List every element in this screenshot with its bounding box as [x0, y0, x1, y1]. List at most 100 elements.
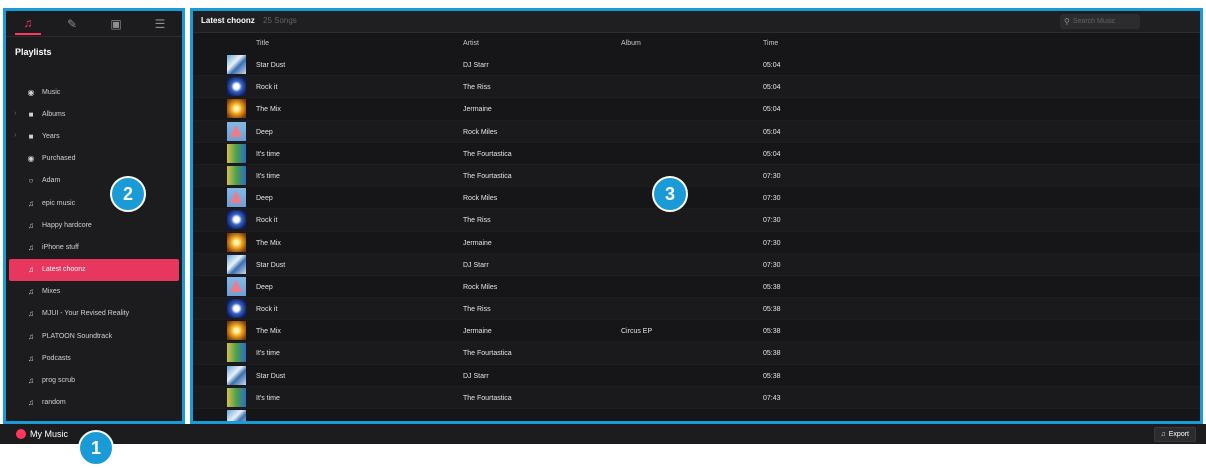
sidebar-item-podcasts[interactable]: ♫ Podcasts: [6, 347, 182, 369]
sidebar-tabs: ♫ ✎ ▣ ☰: [6, 11, 182, 37]
playlist-list: ◉ Music › ■ Albums › ■ Years ◉ Purchased ○ Adam ♫ epi…: [6, 81, 182, 414]
album-art: [227, 99, 246, 119]
chevron-right-icon[interactable]: ›: [14, 132, 16, 139]
table-row[interactable]: It's time The Fourtastica 07:43: [193, 386, 1200, 409]
sidebar-item-mjui-your-revised-reality[interactable]: ♫ MJUI - Your Revised Reality: [6, 303, 182, 325]
cell-artist: Jermaine: [463, 106, 492, 114]
cell-title: It's time: [256, 350, 280, 358]
song-count: 25 Songs: [263, 16, 297, 25]
table-row[interactable]: Deep Rock Miles 05:04: [193, 120, 1200, 143]
folder-icon: ■: [28, 131, 34, 141]
sidebar-item-random[interactable]: ♫ random: [6, 392, 182, 414]
export-label: Export: [1168, 431, 1189, 438]
sidebar-item-label: Music: [42, 88, 61, 96]
song-rows: Star Dust DJ Starr 05:04 Rock it The Riss 05:…: [193, 54, 1200, 421]
playlist-icon: ♫: [28, 331, 34, 341]
callout-3: 3: [652, 176, 688, 212]
cell-title: It's time: [256, 172, 280, 180]
cell-artist: The Fourtastica: [463, 172, 512, 180]
table-row[interactable]: The Mix Jermaine 05:04: [193, 98, 1200, 121]
folder-icon: ■: [28, 109, 34, 119]
cell-artist: DJ Starr: [463, 372, 489, 380]
column-header-time[interactable]: Time: [763, 40, 778, 47]
playlist-icon: ♫: [28, 398, 34, 408]
sidebar-item-label: Adam: [42, 177, 61, 185]
cell-artist: Rock Miles: [463, 128, 498, 136]
table-row[interactable]: Star Dust DJ Starr 05:38: [193, 365, 1200, 387]
sidebar-tab-pencil-icon[interactable]: ✎: [59, 13, 85, 35]
search-box[interactable]: ⚲: [1060, 14, 1140, 29]
sidebar-item-latest-choonz[interactable]: ♫ Latest choonz: [9, 258, 179, 281]
cell-time: 05:04: [763, 62, 781, 69]
sidebar-item-label: prog scrub: [42, 377, 76, 385]
cell-title: Deep: [256, 195, 273, 203]
sidebar-tab-music-note-icon[interactable]: ♫: [15, 13, 41, 35]
chevron-right-icon[interactable]: ›: [14, 110, 16, 117]
table-row[interactable]: It's time The Fourtastica 07:30: [193, 164, 1200, 188]
table-row[interactable]: Star Dust DJ Starr 05:04: [193, 54, 1200, 77]
cell-time: 07:30: [763, 261, 781, 269]
sidebar-item-albums[interactable]: › ■ Albums: [6, 103, 182, 125]
sidebar-item-mixes[interactable]: ♫ Mixes: [6, 281, 182, 303]
sidebar-item-label: MJUI - Your Revised Reality: [42, 310, 130, 318]
search-input[interactable]: [1072, 18, 1135, 25]
cell-time: 05:38: [763, 328, 781, 336]
search-icon: ⚲: [1064, 17, 1070, 26]
sidebar-item-platoon-soundtrack[interactable]: ♫ PLATOON Soundtrack: [6, 325, 182, 347]
table-row[interactable]: Rock it The Riss 07:30: [193, 209, 1200, 232]
playlist-icon: ♫: [28, 242, 34, 252]
album-art: [227, 77, 246, 97]
cell-artist: Rock Miles: [463, 195, 498, 203]
album-art: [227, 299, 246, 319]
radio-icon: ○: [28, 176, 34, 186]
cell-artist: The Riss: [463, 217, 491, 225]
sidebar-item-prog-scrub[interactable]: ♫ prog scrub: [6, 369, 182, 391]
table-row[interactable]: Deep Rock Miles 05:38: [193, 276, 1200, 299]
sidebar-item-years[interactable]: › ■ Years: [6, 125, 182, 147]
table-row[interactable]: Rock it The Riss 05:04: [193, 76, 1200, 99]
sidebar-tab-save-icon[interactable]: ▣: [103, 13, 129, 35]
table-row[interactable]: [193, 409, 1200, 421]
table-row[interactable]: It's time The Fourtastica 05:38: [193, 342, 1200, 365]
sidebar-item-label: Podcasts: [42, 354, 71, 362]
album-art: [227, 410, 246, 421]
cell-artist: The Fourtastica: [463, 350, 512, 358]
cell-title: Star Dust: [256, 372, 286, 380]
table-row[interactable]: The Mix Jermaine Circus EP 05:38: [193, 320, 1200, 343]
album-art: [227, 143, 246, 163]
my-music-button[interactable]: My Music: [16, 429, 68, 439]
music-logo-icon: [16, 429, 26, 439]
album-art: [227, 121, 246, 141]
album-art: [227, 55, 246, 74]
cell-time: 05:38: [763, 372, 781, 380]
cell-time: 05:04: [763, 106, 781, 114]
table-row[interactable]: The Mix Jermaine 07:30: [193, 232, 1200, 254]
table-row[interactable]: It's time The Fourtastica 05:04: [193, 143, 1200, 165]
sidebar-tab-archive-icon[interactable]: ☰: [147, 13, 173, 35]
sidebar-item-iphone-stuff[interactable]: ♫ iPhone stuff: [6, 236, 182, 258]
album-art: [227, 210, 246, 230]
save-icon: ▣: [110, 16, 122, 31]
album-art: [227, 387, 246, 407]
table-row[interactable]: Deep Rock Miles 07:30: [193, 187, 1200, 210]
album-art: [227, 254, 246, 274]
cell-artist: DJ Starr: [463, 62, 489, 69]
my-music-label: My Music: [30, 429, 68, 439]
album-art: [227, 276, 246, 296]
sidebar-item-epic-music[interactable]: ♫ epic music: [6, 192, 182, 214]
sidebar-item-happy-hardcore[interactable]: ♫ Happy hardcore: [6, 214, 182, 236]
sidebar-item-music[interactable]: ◉ Music: [6, 81, 182, 103]
sidebar-item-adam[interactable]: ○ Adam: [6, 170, 182, 192]
column-header-title[interactable]: Title: [256, 40, 269, 47]
column-header-album[interactable]: Album: [621, 40, 641, 47]
table-row[interactable]: Star Dust DJ Starr 07:30: [193, 253, 1200, 276]
sidebar-item-label: Years: [42, 132, 60, 140]
playlist-title: Latest choonz: [201, 16, 255, 25]
cell-title: Rock it: [256, 306, 278, 314]
song-list-panel: Latest choonz 25 Songs ⚲ Title Artist Al…: [190, 8, 1203, 424]
sidebar-item-purchased[interactable]: ◉ Purchased: [6, 148, 182, 170]
export-button[interactable]: ♫ Export: [1153, 427, 1196, 442]
table-row[interactable]: Rock it The Riss 05:38: [193, 298, 1200, 321]
column-header-artist[interactable]: Artist: [463, 40, 479, 47]
cell-artist: The Riss: [463, 84, 491, 92]
